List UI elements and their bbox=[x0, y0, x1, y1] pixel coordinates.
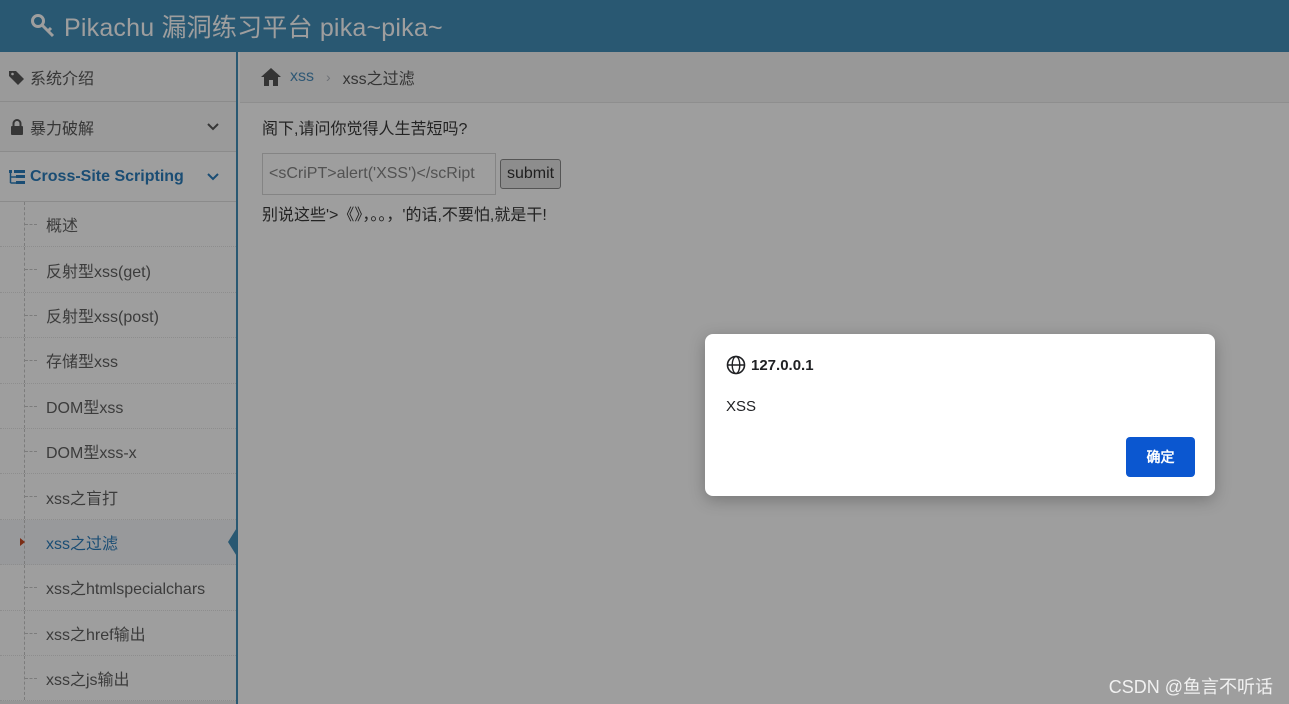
alert-dialog: 127.0.0.1 XSS 确定 bbox=[705, 334, 1215, 496]
dialog-origin: 127.0.0.1 bbox=[726, 355, 814, 375]
watermark: CSDN @鱼言不听话 bbox=[1108, 677, 1273, 697]
dialog-message: XSS bbox=[726, 398, 757, 415]
ok-button[interactable]: 确定 bbox=[1126, 437, 1195, 477]
globe-icon bbox=[726, 355, 746, 375]
dialog-origin-text: 127.0.0.1 bbox=[751, 356, 814, 374]
